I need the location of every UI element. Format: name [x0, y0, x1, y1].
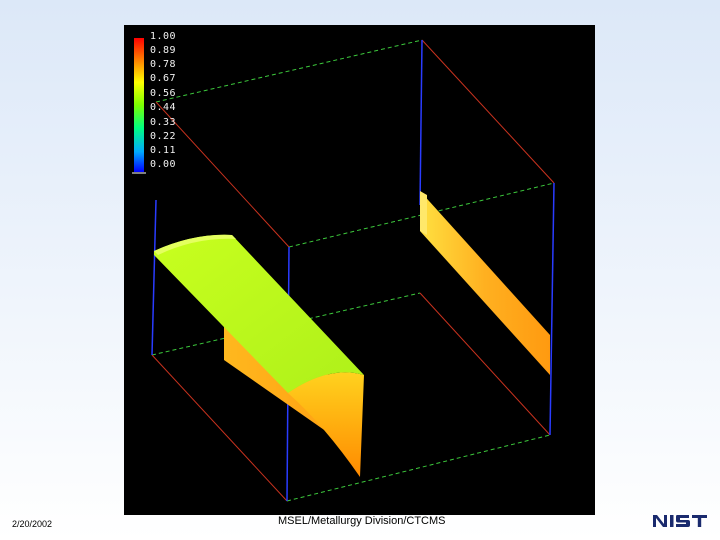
footer-division: MSEL/Metallurgy Division/CTCMS [278, 515, 446, 527]
nist-logo [653, 515, 707, 527]
visualization-panel [124, 25, 595, 515]
legend-label: 0.00 [150, 159, 177, 170]
legend-label: 0.44 [150, 102, 177, 113]
legend-label: 0.22 [150, 131, 177, 142]
legend-label: 0.11 [150, 145, 177, 156]
footer-date: 2/20/2002 [12, 519, 53, 529]
legend-label: 0.78 [150, 59, 177, 70]
right-slab [420, 191, 550, 375]
legend-label: 0.56 [150, 88, 177, 99]
legend-label: 1.00 [150, 31, 177, 42]
phase-field-render [132, 38, 555, 502]
legend-label: 0.67 [150, 73, 177, 84]
legend-label: 0.89 [150, 45, 177, 56]
colorbar [134, 38, 144, 172]
left-slab-end-face [288, 372, 364, 477]
legend-label: 0.33 [150, 117, 177, 128]
